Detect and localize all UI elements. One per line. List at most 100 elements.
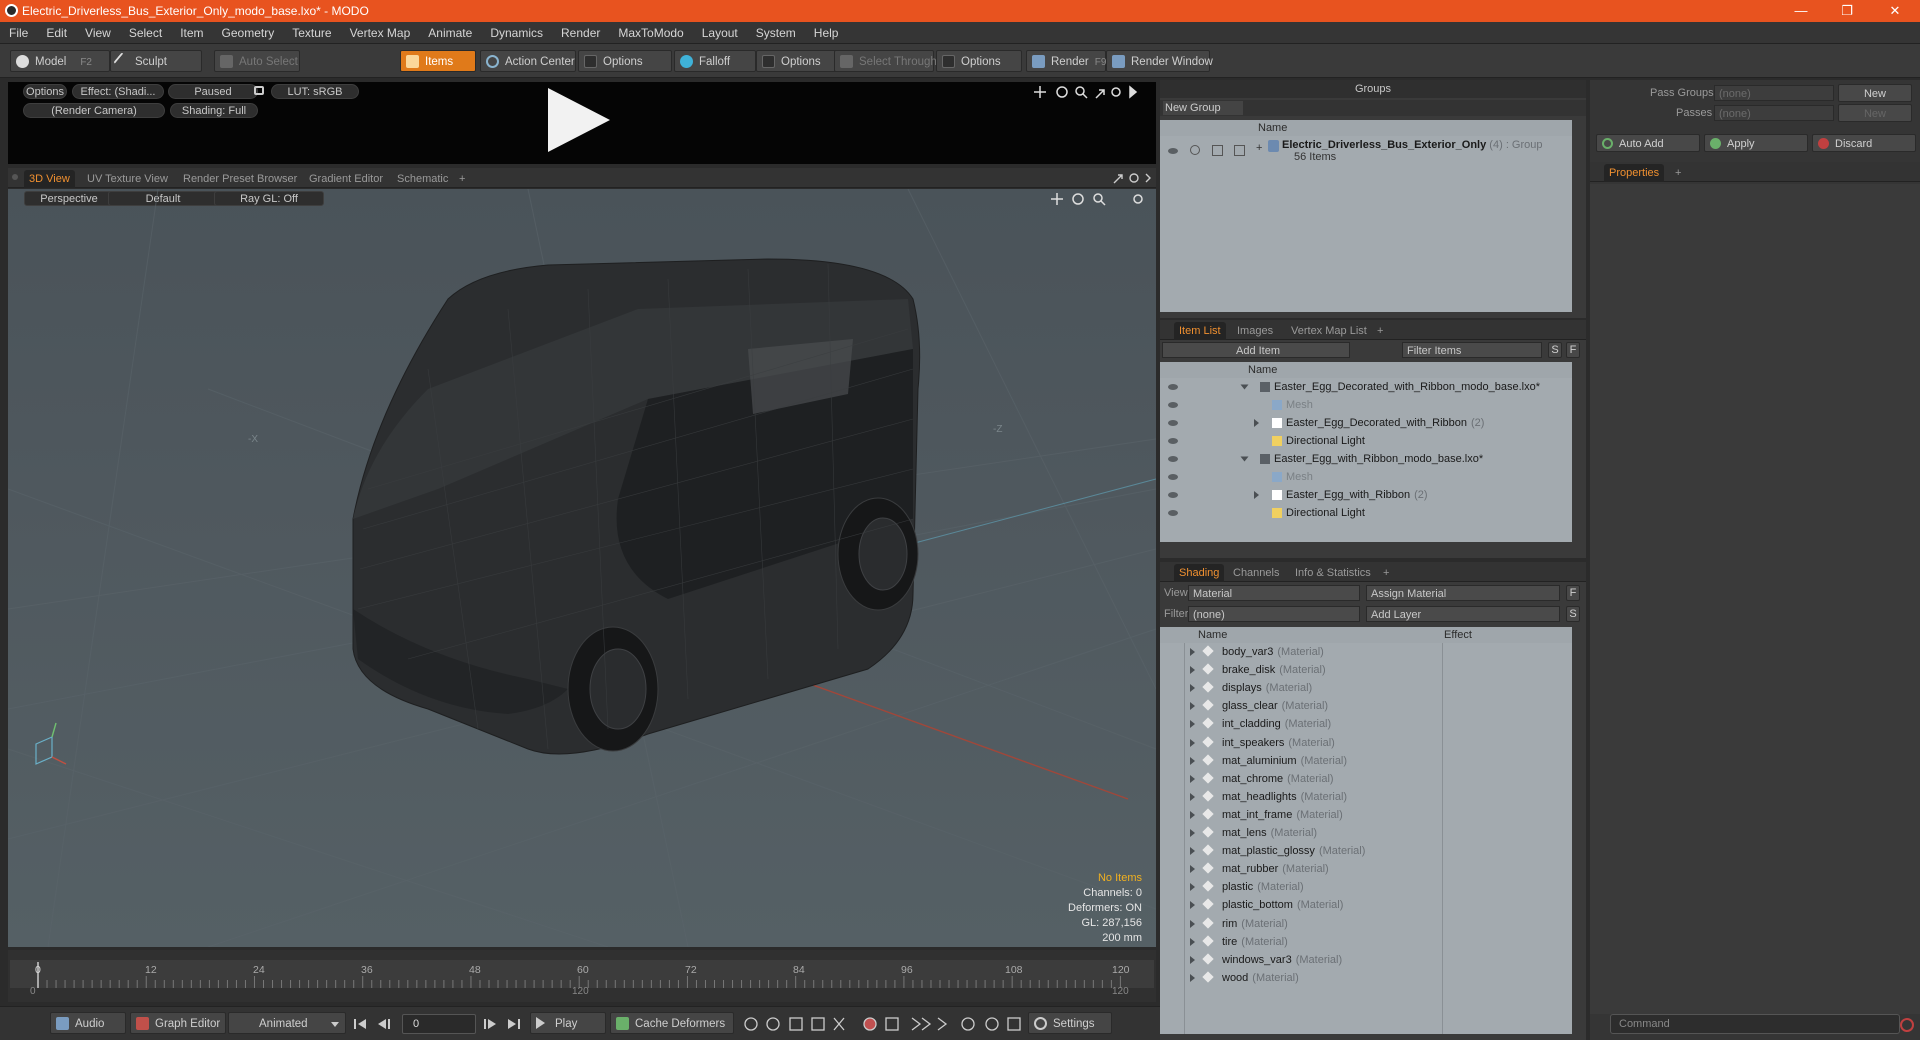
material-row[interactable]: windows_var3 (Material): [1222, 951, 1342, 969]
menu-texture[interactable]: Texture: [283, 22, 340, 44]
expand-arrow-icon[interactable]: [1190, 973, 1195, 982]
preview-nav-icons[interactable]: [1034, 84, 1146, 100]
tab-channels[interactable]: Channels: [1228, 564, 1284, 582]
collapse-arrow-icon[interactable]: [1240, 384, 1249, 390]
item-row[interactable]: Mesh: [1286, 468, 1313, 486]
material-row[interactable]: mat_rubber (Material): [1222, 860, 1329, 878]
prev-key-icons[interactable]: [352, 1016, 396, 1032]
preview-options-button[interactable]: Options: [23, 84, 67, 99]
tab-add[interactable]: +: [1372, 322, 1388, 340]
expand-arrow-icon[interactable]: [1190, 684, 1195, 693]
filter-items-input[interactable]: Filter Items: [1402, 342, 1542, 358]
select-through-options[interactable]: Options: [936, 50, 1022, 72]
falloff-button[interactable]: Falloff: [674, 50, 756, 72]
graph-editor-button[interactable]: Graph Editor: [130, 1012, 226, 1034]
audio-button[interactable]: Audio: [50, 1012, 126, 1034]
menu-file[interactable]: File: [0, 22, 37, 44]
material-row[interactable]: tire (Material): [1222, 933, 1288, 951]
command-input[interactable]: Command: [1610, 1014, 1900, 1034]
new-group-button[interactable]: New Group: [1163, 101, 1243, 115]
expand-arrow-icon[interactable]: [1190, 792, 1195, 801]
expand-arrow-icon[interactable]: [1190, 666, 1195, 675]
tab-schematic[interactable]: Schematic: [392, 170, 453, 188]
maximize-button[interactable]: ❐: [1824, 0, 1870, 22]
expand-arrow-icon[interactable]: [1190, 955, 1195, 964]
material-row[interactable]: displays (Material): [1222, 679, 1312, 697]
pass-groups-dropdown[interactable]: (none): [1714, 85, 1834, 101]
tab-add[interactable]: +: [454, 170, 470, 188]
close-button[interactable]: ✕: [1872, 0, 1918, 22]
material-row[interactable]: brake_disk (Material): [1222, 661, 1326, 679]
material-row[interactable]: mat_plastic_glossy (Material): [1222, 842, 1365, 860]
material-row[interactable]: glass_clear (Material): [1222, 697, 1328, 715]
expand-arrow-icon[interactable]: [1190, 774, 1195, 783]
menu-system[interactable]: System: [747, 22, 805, 44]
tab-gradient-editor[interactable]: Gradient Editor: [304, 170, 388, 188]
select-icon[interactable]: [1212, 145, 1223, 156]
menu-render[interactable]: Render: [552, 22, 609, 44]
item-row[interactable]: Easter_Egg_Decorated_with_Ribbon (2): [1286, 414, 1484, 432]
search-toggle-button[interactable]: S: [1566, 606, 1580, 622]
menu-maxtomodo[interactable]: MaxToModo: [609, 22, 692, 44]
item-row[interactable]: Mesh: [1286, 396, 1313, 414]
filter-toggle-button[interactable]: F: [1566, 342, 1580, 358]
material-row[interactable]: mat_headlights (Material): [1222, 788, 1347, 806]
eye-icon[interactable]: [1168, 492, 1178, 498]
material-row[interactable]: rim (Material): [1222, 915, 1288, 933]
select-through-button[interactable]: Select Through: [834, 50, 937, 72]
assign-material-button[interactable]: Assign Material: [1366, 585, 1560, 601]
preview-camera-dropdown[interactable]: (Render Camera): [23, 103, 165, 118]
lock-icon[interactable]: [1190, 145, 1200, 155]
play-preview-icon[interactable]: [544, 84, 614, 156]
play-button[interactable]: Play: [530, 1012, 606, 1034]
item-row[interactable]: Easter_Egg_with_Ribbon_modo_base.lxo*: [1274, 450, 1483, 468]
preview-lut-dropdown[interactable]: LUT: sRGB: [271, 84, 359, 99]
action-center-button[interactable]: Action Center: [480, 50, 576, 72]
menu-item[interactable]: Item: [171, 22, 212, 44]
tab-vertex-map-list[interactable]: Vertex Map List: [1286, 322, 1372, 340]
search-toggle-button[interactable]: S: [1548, 342, 1562, 358]
menu-edit[interactable]: Edit: [37, 22, 76, 44]
expand-arrow-icon[interactable]: [1190, 648, 1195, 656]
minimize-button[interactable]: —: [1778, 0, 1824, 22]
expand-arrow-icon[interactable]: [1190, 720, 1195, 729]
menu-select[interactable]: Select: [120, 22, 171, 44]
falloff-options[interactable]: Options: [756, 50, 844, 72]
tab-add[interactable]: +: [1378, 564, 1394, 582]
eye-icon[interactable]: [1168, 384, 1178, 390]
expand-arrow-icon[interactable]: [1190, 702, 1195, 711]
filter-dropdown[interactable]: (none): [1188, 606, 1360, 622]
item-row[interactable]: Easter_Egg_Decorated_with_Ribbon_modo_ba…: [1274, 378, 1540, 396]
animation-tool-icons[interactable]: [742, 1014, 1026, 1034]
expand-arrow-icon[interactable]: [1190, 937, 1195, 946]
eye-icon[interactable]: [1168, 510, 1178, 516]
material-row[interactable]: mat_int_frame (Material): [1222, 806, 1343, 824]
tab-add[interactable]: +: [1670, 164, 1686, 182]
item-row[interactable]: Directional Light: [1286, 504, 1365, 522]
expand-arrow-icon[interactable]: [1190, 738, 1195, 747]
model-mode-button[interactable]: Model F2: [10, 50, 110, 72]
lock-icon[interactable]: [254, 86, 264, 95]
item-row[interactable]: Directional Light: [1286, 432, 1365, 450]
eye-icon[interactable]: [1168, 474, 1178, 480]
render-toggle-icon[interactable]: [1234, 145, 1245, 156]
tab-info-statistics[interactable]: Info & Statistics: [1290, 564, 1376, 582]
stop-icon[interactable]: [1900, 1018, 1914, 1032]
render-window-button[interactable]: Render Window: [1106, 50, 1213, 72]
menu-animate[interactable]: Animate: [419, 22, 481, 44]
expand-arrow-icon[interactable]: [1190, 865, 1195, 874]
expand-arrow-icon[interactable]: [1190, 919, 1195, 928]
expand-arrow-icon[interactable]: [1254, 491, 1259, 499]
material-row[interactable]: mat_lens (Material): [1222, 824, 1317, 842]
expand-arrow-icon[interactable]: [1190, 756, 1195, 765]
tab-uv-texture-view[interactable]: UV Texture View: [82, 170, 173, 188]
expand-arrow-icon[interactable]: [1190, 901, 1195, 910]
menu-help[interactable]: Help: [805, 22, 848, 44]
tab-item-list[interactable]: Item List: [1174, 322, 1226, 340]
material-row[interactable]: wood (Material): [1222, 969, 1299, 987]
tab-properties[interactable]: Properties: [1604, 164, 1665, 182]
next-key-icons[interactable]: [482, 1016, 526, 1032]
menu-vertex-map[interactable]: Vertex Map: [341, 22, 420, 44]
auto-add-button[interactable]: Auto Add: [1596, 134, 1700, 152]
menu-layout[interactable]: Layout: [693, 22, 747, 44]
